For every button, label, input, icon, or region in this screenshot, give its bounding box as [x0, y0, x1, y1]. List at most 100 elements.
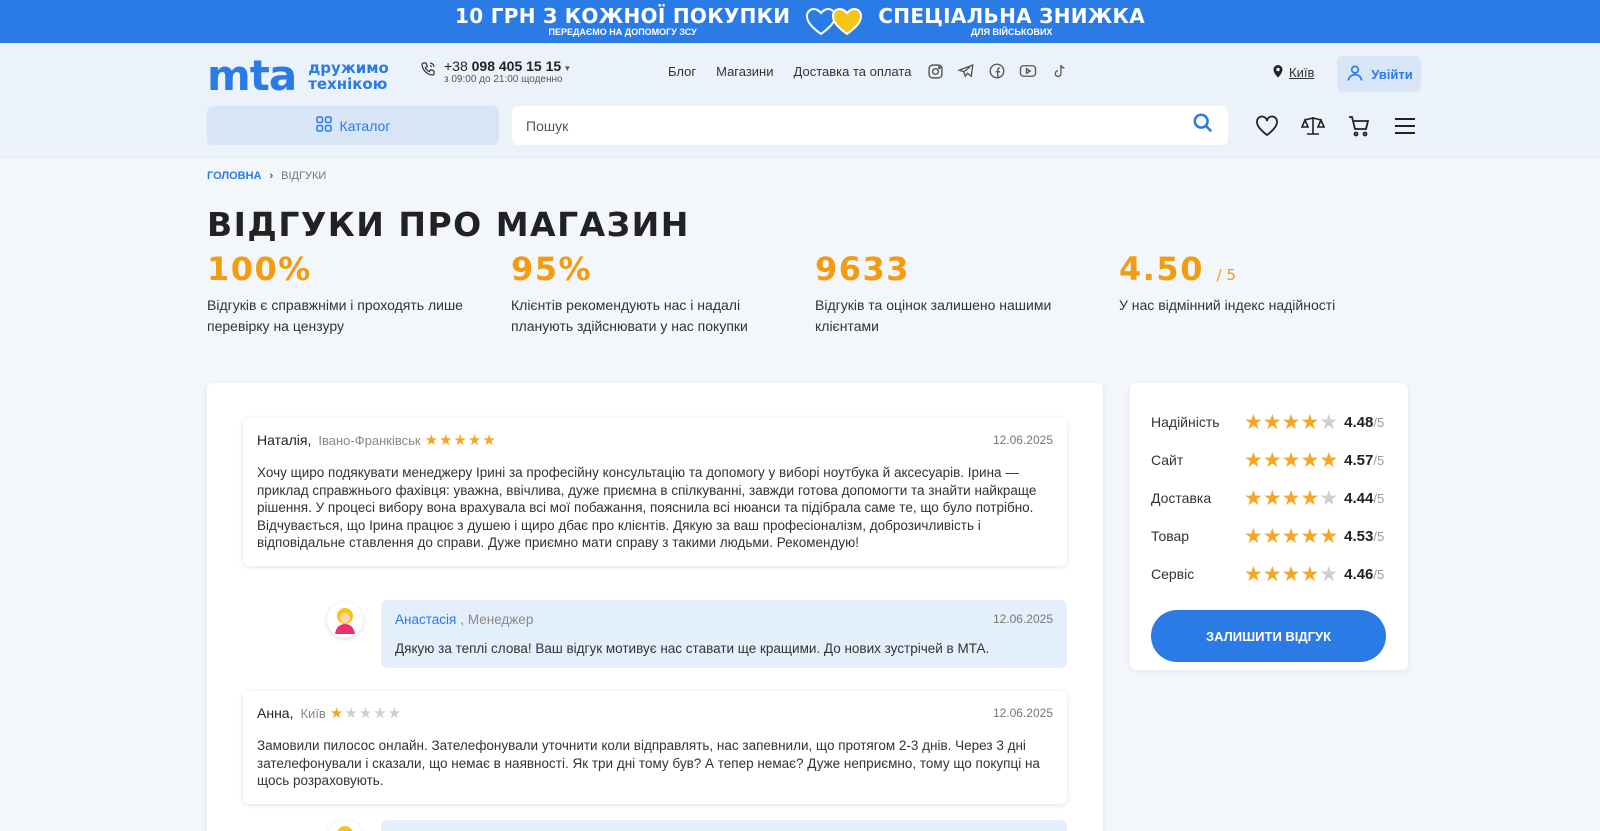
- login-button[interactable]: Увійти: [1337, 56, 1421, 92]
- user-icon: [1345, 63, 1365, 86]
- review-text: Хочу щиро подякувати менеджеру Ірині за …: [257, 465, 1037, 551]
- search-bar: [512, 106, 1228, 145]
- stat-text: Відгуків є справжніми і проходять лише п…: [207, 297, 463, 335]
- star-empty-icon: ★: [1319, 562, 1339, 586]
- phone-digits: 098 405 15 15: [471, 58, 562, 74]
- star-filled-icon: ★: [1319, 448, 1339, 472]
- rating-of: /5: [1373, 490, 1385, 506]
- rating-of: /5: [1373, 414, 1385, 430]
- nav-delivery[interactable]: Доставка та оплата: [794, 64, 912, 79]
- stat-number: 100%: [207, 250, 312, 288]
- star-filled-icon: ★: [1319, 524, 1339, 548]
- star-filled-icon: ★: [1244, 562, 1263, 586]
- avatar: [327, 602, 363, 638]
- reply-card: [381, 820, 1067, 831]
- rating-row: Сайт ★ ★ ★ ★ ★ 4.57/5: [1151, 441, 1387, 479]
- youtube-icon[interactable]: [1018, 61, 1038, 81]
- rating-stars: ★ ★ ★ ★ ★: [1244, 564, 1338, 585]
- rating-value: 4.46/5: [1344, 566, 1384, 583]
- catalog-button[interactable]: Каталог: [207, 106, 499, 145]
- star-filled-icon: ★: [1300, 486, 1320, 510]
- city-selector[interactable]: Київ: [1272, 64, 1314, 81]
- search-icon[interactable]: [1192, 112, 1214, 139]
- instagram-icon[interactable]: [925, 61, 945, 81]
- review-card: Наталія, Івано-Франківськ ★ ★ ★ ★ ★ 12.06.20…: [243, 418, 1067, 566]
- star-filled-icon: ★: [1281, 448, 1301, 472]
- stat-text: У нас відмінний індекс надійності: [1119, 297, 1336, 314]
- logo[interactable]: mta дружимо технікою: [207, 55, 389, 97]
- promo-banner[interactable]: 10 ГРН З КОЖНОЇ ПОКУПКИ ПЕРЕДАЄМО НА ДОП…: [0, 0, 1600, 43]
- stat-value: 100%: [207, 250, 511, 288]
- rating-label: Сервіс: [1151, 566, 1195, 582]
- review-header: Анна, Київ ★ ★ ★ ★ ★ 12.06.2025: [257, 705, 1053, 721]
- star-filled-icon: ★: [1281, 524, 1301, 548]
- stat-item: 9633 Відгуків та оцінок залишено нашими …: [815, 250, 1119, 337]
- star-empty-icon: ★: [1319, 410, 1339, 434]
- slogan-line1: дружимо: [308, 58, 389, 77]
- rating-label: Доставка: [1151, 490, 1212, 506]
- phone-block[interactable]: +38 098 405 15 15 ▾ з 09:00 до 21:00 щод…: [420, 58, 570, 85]
- rating-stars: ★ ★ ★ ★ ★: [1244, 488, 1338, 509]
- star-filled-icon: ★: [1244, 448, 1263, 472]
- stats-row: 100% Відгуків є справжніми і проходять л…: [207, 250, 1423, 337]
- menu-icon[interactable]: [1393, 114, 1417, 138]
- stat-number: 9633: [815, 250, 911, 288]
- star-filled-icon: ★: [1244, 524, 1263, 548]
- chevron-right-icon: ›: [269, 170, 274, 182]
- working-hours: з 09:00 до 21:00 щоденно: [444, 74, 563, 85]
- chevron-down-icon[interactable]: ▾: [565, 63, 570, 73]
- location-pin-icon: [1272, 64, 1284, 81]
- search-input[interactable]: [526, 117, 1192, 134]
- compare-icon[interactable]: [1301, 114, 1325, 138]
- star-empty-icon: ★: [358, 704, 373, 722]
- star-filled-icon: ★: [1300, 410, 1320, 434]
- star-empty-icon: ★: [344, 704, 358, 722]
- star-filled-icon: ★: [1281, 486, 1301, 510]
- reply-author: Анастасія: [395, 612, 457, 627]
- star-filled-icon: ★: [1281, 562, 1301, 586]
- rating-label: Сайт: [1151, 452, 1184, 468]
- breadcrumb-home[interactable]: ГОЛОВНА: [207, 170, 261, 182]
- rating-row: Товар ★ ★ ★ ★ ★ 4.53/5: [1151, 517, 1387, 555]
- star-filled-icon: ★: [1244, 410, 1263, 434]
- grid-icon: [315, 116, 332, 135]
- rating-number: 4.48: [1344, 413, 1374, 431]
- heart-icon[interactable]: [1255, 114, 1279, 138]
- star-filled-icon: ★: [1300, 562, 1320, 586]
- page-title: ВІДГУКИ ПРО МАГАЗИН: [207, 205, 690, 244]
- telegram-icon[interactable]: [956, 61, 976, 81]
- cart-icon[interactable]: [1347, 114, 1371, 138]
- star-filled-icon: ★: [424, 431, 439, 449]
- star-filled-icon: ★: [439, 431, 453, 449]
- rating-value: 4.53/5: [1344, 528, 1384, 545]
- tiktok-icon[interactable]: [1049, 61, 1069, 81]
- top-nav: Блог Магазини Доставка та оплата: [668, 64, 911, 79]
- star-filled-icon: ★: [1300, 448, 1320, 472]
- site-header: mta дружимо технікою +38 098 405 15 15 ▾…: [0, 43, 1600, 158]
- nav-blog[interactable]: Блог: [668, 64, 696, 79]
- reply-date: 12.06.2025: [992, 612, 1053, 626]
- nav-stores[interactable]: Магазини: [716, 64, 773, 79]
- stat-text: Клієнтів рекомендують нас і надалі плану…: [511, 297, 748, 335]
- social-links: [925, 61, 1069, 81]
- promo-right-subtitle: ДЛЯ ВІЙСЬКОВИХ: [970, 27, 1053, 37]
- reply-card: Анастасія , Менеджер 12.06.2025 Дякую за…: [381, 600, 1067, 668]
- stat-number: 95%: [511, 250, 593, 288]
- rating-stars: ★ ★ ★ ★ ★: [1244, 450, 1338, 471]
- star-filled-icon: ★: [329, 704, 344, 722]
- rating-number: 4.57: [1344, 451, 1374, 469]
- rating-stars: ★ ★ ★ ★ ★: [1244, 526, 1338, 547]
- stat-number: 4.50: [1119, 250, 1204, 288]
- slogan-line2: технікою: [308, 75, 388, 93]
- star-empty-icon: ★: [387, 704, 402, 722]
- stat-item: 4.50 / 5 У нас відмінний індекс надійнос…: [1119, 250, 1423, 337]
- rating-of: /5: [1373, 566, 1385, 582]
- breadcrumb-current: ВІДГУКИ: [281, 170, 327, 182]
- rating-stars: ★ ★ ★ ★ ★: [1244, 412, 1338, 433]
- leave-review-button[interactable]: ЗАЛИШИТИ ВІДГУК: [1151, 610, 1386, 662]
- stat-value: 9633: [815, 250, 1119, 288]
- stat-value: 4.50 / 5: [1119, 250, 1423, 288]
- facebook-icon[interactable]: [987, 61, 1007, 81]
- phone-icon: [420, 61, 436, 82]
- phone-number[interactable]: +38 098 405 15 15 ▾: [444, 58, 570, 74]
